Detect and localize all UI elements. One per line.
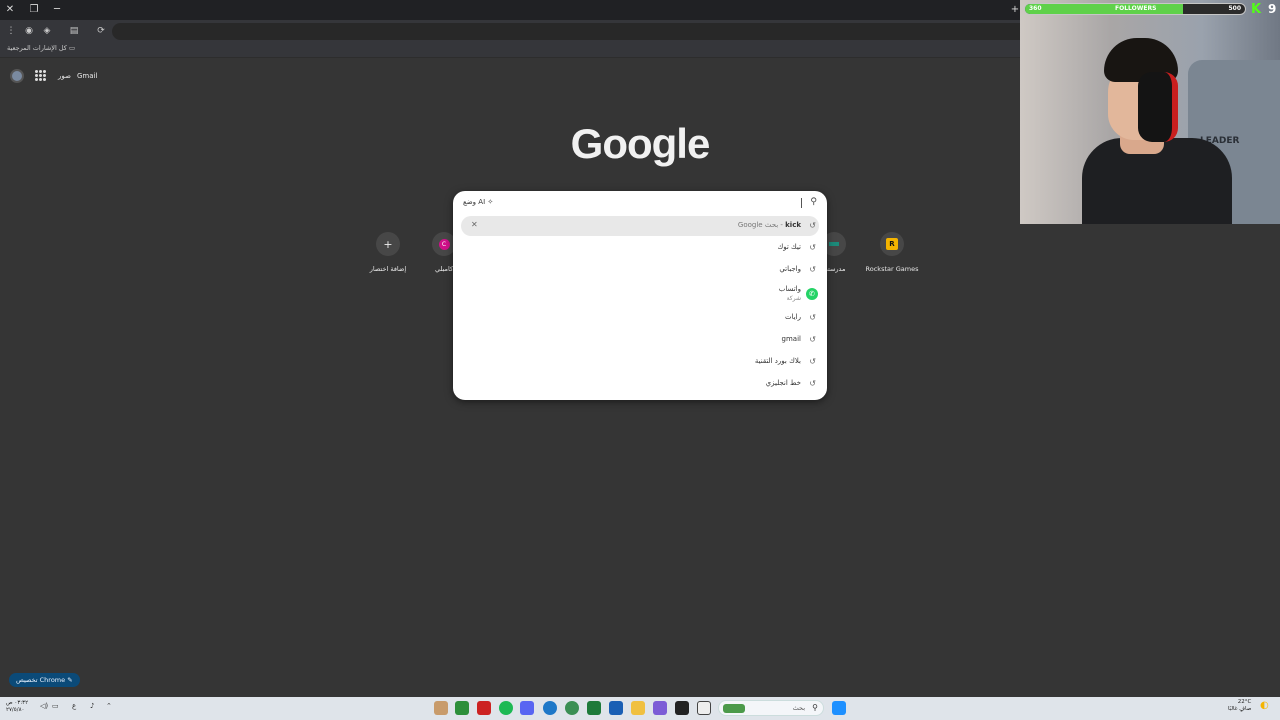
followers-progress-fill: [1025, 4, 1184, 14]
search-highlight-art: [723, 704, 745, 713]
store-icon[interactable]: [609, 701, 623, 715]
suggestion-item[interactable]: ↺ تيك توك: [461, 238, 819, 258]
all-bookmarks-link[interactable]: كل الإشارات المرجعية ▭: [7, 44, 75, 52]
chevron-up-icon[interactable]: ⌃: [106, 702, 112, 710]
search-input[interactable]: ⚲ وضع AI ✧: [453, 191, 827, 215]
kick-logo: K: [1251, 2, 1262, 17]
followers-current: 360: [1029, 5, 1042, 12]
windows-taskbar: ٠٣:٣٢ ص ٢٧/٥/٨٠ ◁) ▭ ع ♪ ⌃ بحث ⚲ 22°C صا…: [0, 697, 1280, 720]
search-icon: ⚲: [812, 703, 818, 712]
volume-icon[interactable]: ◁): [40, 702, 48, 710]
suggestion-item[interactable]: ↺ gmail: [461, 330, 819, 350]
ai-mode-button[interactable]: وضع AI ✧: [463, 198, 493, 206]
start-icon[interactable]: [832, 701, 846, 715]
webcam-overlay: LEADER: [1020, 0, 1280, 224]
suggestion-item[interactable]: ↺ خط انجليزي: [461, 374, 819, 394]
weather-temp: 22°C: [1237, 699, 1252, 705]
history-icon: ↺: [809, 357, 816, 366]
file-explorer-icon[interactable]: [631, 701, 645, 715]
suggestion-item[interactable]: ↺ واجباتي: [461, 260, 819, 280]
close-window-icon[interactable]: ✕: [2, 2, 18, 18]
suggestion-text: رايات: [785, 313, 801, 321]
followers-goal-bar: 360 FOLLOWERS 500: [1024, 3, 1246, 15]
weather-widget[interactable]: 22°C صافٍ غالبًا: [1228, 699, 1251, 713]
shortcut-add[interactable]: + إضافة اختصار: [358, 232, 418, 276]
clock[interactable]: ٠٣:٣٢ ص ٢٧/٥/٨٠: [6, 700, 28, 714]
taskbar-search[interactable]: بحث ⚲: [718, 700, 824, 716]
shortcut-label: إضافة اختصار: [369, 265, 407, 273]
suggestion-text: خط انجليزي: [765, 379, 801, 387]
chrome-icon[interactable]: [565, 701, 579, 715]
clock-date: ٢٧/٥/٨٠: [6, 707, 25, 713]
mic-icon[interactable]: ♪: [90, 702, 94, 710]
history-icon: ↺: [809, 265, 816, 274]
suggestion-item[interactable]: ↺ kick - بحث Google ✕: [461, 216, 819, 236]
gmail-link[interactable]: Gmail: [77, 72, 97, 80]
folder-icon: ▭: [68, 44, 76, 52]
history-icon: ↺: [809, 221, 816, 230]
spotify-icon[interactable]: [499, 701, 513, 715]
extension-icon[interactable]: ◉: [22, 24, 36, 38]
history-icon: ↺: [809, 243, 816, 252]
suggestion-text: gmail: [781, 335, 801, 343]
all-bookmarks-label: كل الإشارات المرجعية: [7, 44, 67, 52]
suggestion-text: تيك توك: [777, 243, 801, 251]
xbox-icon[interactable]: [455, 701, 469, 715]
suggestion-item[interactable]: ↺ رايات: [461, 308, 819, 328]
customize-label: تخصيص Chrome: [16, 676, 66, 684]
weather-sun-icon: ◐: [1260, 700, 1269, 711]
clock-time: ٠٣:٣٢ ص: [6, 700, 29, 706]
suggestion-item[interactable]: ↺ بلاك بورد التقنية: [461, 352, 819, 372]
history-icon: ↺: [809, 379, 816, 388]
minimize-window-icon[interactable]: ─: [49, 2, 65, 18]
language-indicator[interactable]: ع: [72, 702, 76, 710]
suggestion-text: بلاك بورد التقنية: [754, 357, 801, 365]
pencil-icon: ✎: [67, 676, 73, 684]
apps-grid-icon[interactable]: [35, 70, 46, 81]
suggestion-text: kick - بحث Google: [737, 221, 801, 229]
menu-icon[interactable]: ⋮: [4, 24, 18, 38]
google-logo: Google: [570, 120, 711, 167]
images-link[interactable]: صور: [58, 72, 71, 80]
whatsapp-icon: ✆: [806, 288, 818, 300]
taskbar-app-icon[interactable]: [477, 701, 491, 715]
restore-window-icon[interactable]: ❐: [26, 2, 42, 18]
remove-suggestion-icon[interactable]: ✕: [471, 220, 478, 229]
rockstar-icon: R: [880, 232, 904, 256]
add-icon: +: [376, 232, 400, 256]
task-view-icon[interactable]: [697, 701, 711, 715]
address-bar[interactable]: [112, 23, 1112, 40]
headset: [1138, 72, 1178, 142]
suggestion-item[interactable]: ✆ واتساب شركة: [461, 282, 819, 306]
followers-goal: 500: [1228, 5, 1241, 12]
extension-icon-2[interactable]: ◈: [40, 24, 54, 38]
sparkle-icon: ✧: [487, 198, 494, 206]
xbox-app-icon[interactable]: [587, 701, 601, 715]
suggestion-text: واتساب: [778, 285, 801, 293]
search-icon: ⚲: [810, 197, 817, 207]
followers-label: FOLLOWERS: [1115, 5, 1157, 12]
network-icon[interactable]: ▭: [52, 702, 59, 710]
avatar[interactable]: [10, 69, 24, 83]
side-panel-icon[interactable]: ▤: [67, 24, 81, 38]
history-icon: ↺: [809, 313, 816, 322]
reload-icon[interactable]: ⟳: [94, 24, 108, 38]
epic-games-icon[interactable]: [675, 701, 689, 715]
shortcut-label: Rockstar Games: [865, 265, 919, 273]
weather-text: صافٍ غالبًا: [1228, 706, 1252, 712]
taskbar-app-icon[interactable]: [434, 701, 448, 715]
edge-icon[interactable]: [543, 701, 557, 715]
copilot-icon[interactable]: [653, 701, 667, 715]
kick-count: 9: [1268, 2, 1277, 16]
customize-chrome-button[interactable]: تخصيص Chrome ✎: [9, 673, 80, 687]
ai-mode-label: وضع AI: [463, 198, 486, 206]
shortcut-rockstar[interactable]: R Rockstar Games: [862, 232, 922, 276]
suggestion-subtitle: شركة: [786, 295, 801, 302]
taskbar-search-placeholder: بحث: [792, 704, 805, 712]
search-dropdown: ⚲ وضع AI ✧ ↺ kick - بحث Google ✕ ↺ تيك ت…: [453, 191, 827, 400]
suggestion-text: واجباتي: [779, 265, 801, 273]
text-caret: [801, 198, 802, 208]
discord-icon[interactable]: [520, 701, 534, 715]
history-icon: ↺: [809, 335, 816, 344]
